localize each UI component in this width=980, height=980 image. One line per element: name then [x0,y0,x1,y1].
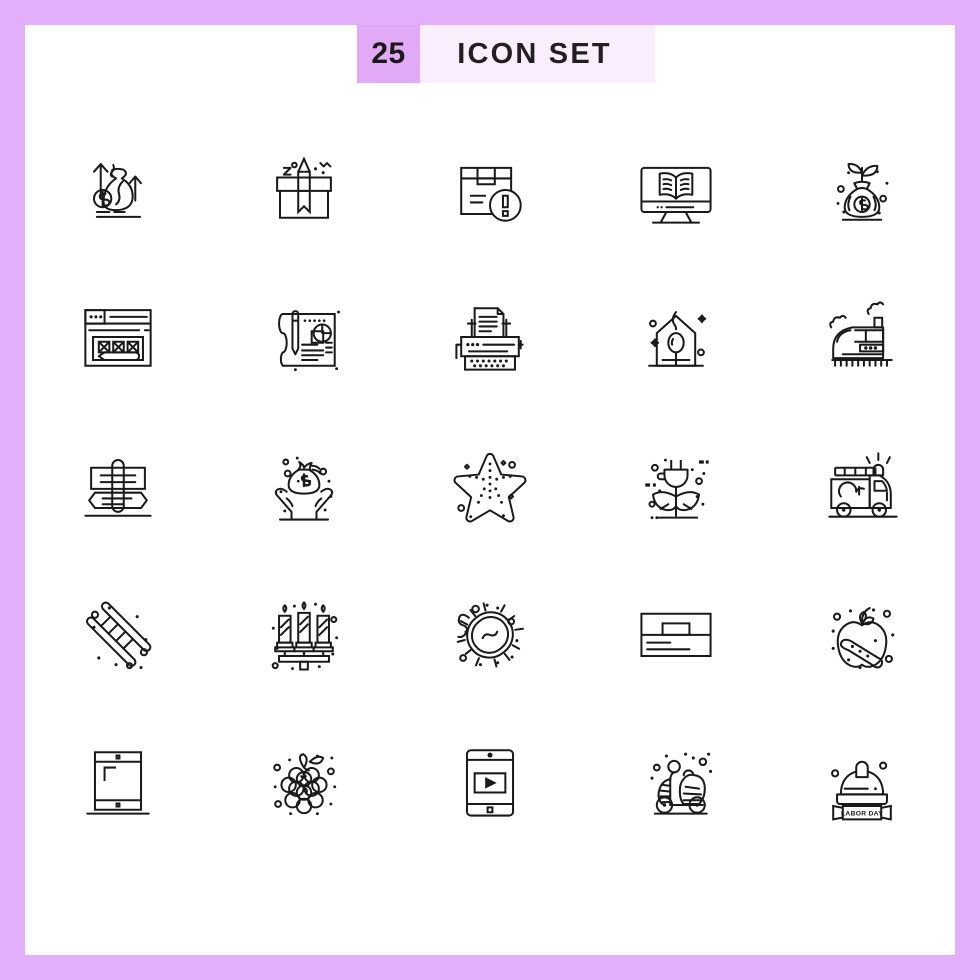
scooter-icon [650,752,713,815]
header-band: 25 ICON SET [357,25,655,83]
icon-cell-19[interactable] [583,559,769,707]
labor-day-helmet-icon: LABOR DAY [831,760,892,821]
icon-cell-21[interactable] [25,707,211,855]
tablet-device-icon [86,751,150,815]
icon-cell-9[interactable] [583,263,769,411]
icon-cell-20[interactable] [769,559,955,707]
icon-cell-18[interactable] [397,559,583,707]
locomotive-train-icon [829,301,893,367]
typewriter-icon [455,307,524,371]
labor-day-ribbon-text: LABOR DAY [841,811,883,818]
candelabra-icon [271,601,339,671]
birdhouse-icon [648,311,707,367]
icon-cell-7[interactable] [211,263,397,411]
icon-cell-4[interactable] [583,115,769,263]
card-banner-icon [640,612,712,658]
fire-truck-icon [828,452,898,518]
gift-box-icon [276,157,332,219]
icon-count-badge: 25 [357,25,420,83]
money-bag-growth-icon [92,163,143,218]
green-energy-plug-icon [645,458,709,520]
icon-cell-16[interactable] [25,559,211,707]
starfish-icon [453,452,527,523]
signpost-icon [84,459,152,517]
poster-background: 25 ICON SET LABOR DAY [0,0,980,980]
mobile-video-player-icon [465,749,515,817]
icon-cell-11[interactable] [25,411,211,559]
icon-cell-10[interactable] [769,263,955,411]
donation-hands-money-icon [274,456,334,521]
ladder-icon [86,601,152,670]
icon-cell-15[interactable] [769,411,955,559]
money-plant-bag-icon [836,162,889,221]
icon-cell-14[interactable] [583,411,769,559]
apple-ring-icon [831,607,895,670]
icon-cell-17[interactable] [211,559,397,707]
online-book-monitor-icon [640,166,712,224]
package-alert-icon [460,166,522,222]
icon-cell-3[interactable] [397,115,583,263]
icon-cell-2[interactable] [211,115,397,263]
icon-cell-6[interactable] [25,263,211,411]
icon-cell-13[interactable] [397,411,583,559]
grapes-berry-icon [273,753,337,816]
icon-cell-25[interactable]: LABOR DAY [769,707,955,855]
icon-cell-22[interactable] [211,707,397,855]
icon-set-panel: 25 ICON SET LABOR DAY [25,25,955,955]
icon-cell-24[interactable] [583,707,769,855]
icon-cell-8[interactable] [397,263,583,411]
icon-cell-12[interactable] [211,411,397,559]
page-title: ICON SET [457,37,612,70]
icon-cell-1[interactable] [25,115,211,263]
icon-grid: LABOR DAY [25,115,955,855]
web-form-design-icon [84,309,152,367]
icon-cell-23[interactable] [397,707,583,855]
blueprint-plan-icon [278,310,340,372]
bacteria-germ-icon [456,602,524,668]
icon-cell-5[interactable] [769,115,955,263]
